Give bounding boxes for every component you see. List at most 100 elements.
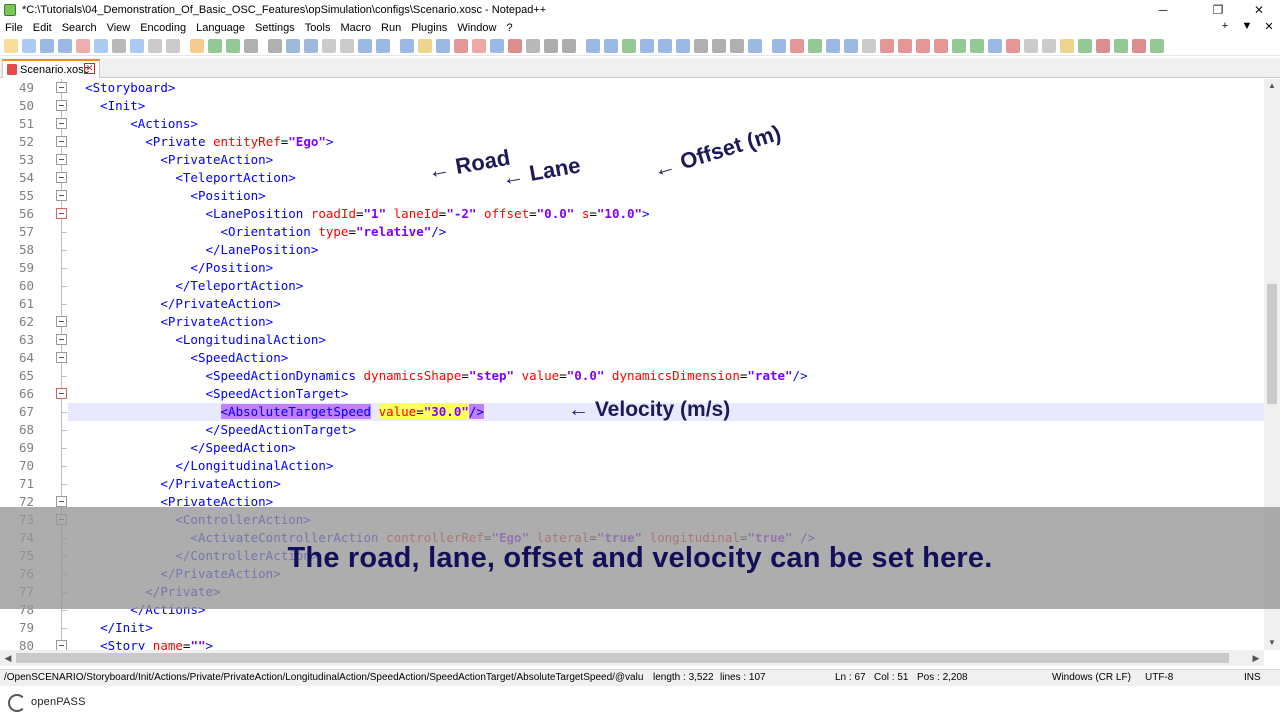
toolbar-button-icon[interactable]	[1096, 38, 1110, 53]
code-line[interactable]: <Storyboard>	[70, 79, 1264, 97]
horizontal-scrollbar[interactable]: ◀ ▶	[0, 650, 1264, 666]
toolbar-button-icon[interactable]	[304, 38, 318, 53]
close-window-button[interactable]: ✕	[1236, 0, 1280, 20]
toolbar-button-icon[interactable]	[190, 38, 204, 53]
code-line[interactable]: <SpeedAction>	[70, 349, 1264, 367]
menu-view[interactable]: View	[102, 22, 136, 34]
toolbar-button-icon[interactable]	[244, 38, 258, 53]
toolbar-button-icon[interactable]	[880, 38, 894, 53]
code-line[interactable]: <Orientation type="relative"/>	[70, 223, 1264, 241]
toolbar-button-icon[interactable]	[748, 38, 762, 53]
toolbar-button-icon[interactable]	[226, 38, 240, 53]
fold-toggle-icon[interactable]	[56, 388, 67, 399]
scroll-left-icon[interactable]: ◀	[0, 650, 16, 666]
toolbar-button-icon[interactable]	[790, 38, 804, 53]
toolbar-button-icon[interactable]	[454, 38, 468, 53]
code-line[interactable]: <SpeedActionDynamics dynamicsShape="step…	[70, 367, 1264, 385]
toolbar-button-icon[interactable]	[472, 38, 486, 53]
toolbar-button-icon[interactable]	[358, 38, 372, 53]
fold-toggle-icon[interactable]	[56, 172, 67, 183]
code-line[interactable]: </Position>	[70, 259, 1264, 277]
code-line[interactable]: </TeleportAction>	[70, 277, 1264, 295]
tab-list-dropdown[interactable]: ▼	[1236, 20, 1258, 33]
toolbar-button-icon[interactable]	[148, 38, 162, 53]
menu-edit[interactable]: Edit	[28, 22, 57, 34]
toolbar-button-icon[interactable]	[934, 38, 948, 53]
toolbar-button-icon[interactable]	[544, 38, 558, 53]
toolbar-button-icon[interactable]	[322, 38, 336, 53]
toolbar-button-icon[interactable]	[1078, 38, 1092, 53]
toolbar-button-icon[interactable]	[988, 38, 1002, 53]
fold-toggle-icon[interactable]	[56, 154, 67, 165]
toolbar-button-icon[interactable]	[712, 38, 726, 53]
code-line[interactable]: </PrivateAction>	[70, 295, 1264, 313]
fold-toggle-icon[interactable]	[56, 640, 67, 650]
toolbar-button-icon[interactable]	[94, 38, 108, 53]
toolbar-button-icon[interactable]	[676, 38, 690, 53]
toolbar-button-icon[interactable]	[400, 38, 414, 53]
menu-macro[interactable]: Macro	[335, 22, 376, 34]
menu-search[interactable]: Search	[57, 22, 102, 34]
toolbar-button-icon[interactable]	[508, 38, 522, 53]
toolbar-button-icon[interactable]	[130, 38, 144, 53]
code-line[interactable]: </SpeedAction>	[70, 439, 1264, 457]
menu-plugins[interactable]: Plugins	[406, 22, 452, 34]
code-line[interactable]: </SpeedActionTarget>	[70, 421, 1264, 439]
toolbar-button-icon[interactable]	[772, 38, 786, 53]
toolbar-button-icon[interactable]	[76, 38, 90, 53]
toolbar-button-icon[interactable]	[586, 38, 600, 53]
code-line[interactable]: </LongitudinalAction>	[70, 457, 1264, 475]
toolbar-button-icon[interactable]	[1132, 38, 1146, 53]
toolbar-button-icon[interactable]	[436, 38, 450, 53]
toolbar-button-icon[interactable]	[1060, 38, 1074, 53]
code-line[interactable]: </PrivateAction>	[70, 475, 1264, 493]
toolbar-button-icon[interactable]	[4, 38, 18, 53]
code-line[interactable]: <Init>	[70, 97, 1264, 115]
code-line[interactable]: <Position>	[70, 187, 1264, 205]
code-line[interactable]: </Init>	[70, 619, 1264, 637]
menu-file[interactable]: File	[0, 22, 28, 34]
horizontal-scroll-thumb[interactable]	[16, 653, 1229, 663]
toolbar-button-icon[interactable]	[808, 38, 822, 53]
scroll-down-icon[interactable]: ▼	[1264, 636, 1280, 650]
vertical-scroll-thumb[interactable]	[1267, 284, 1277, 404]
toolbar-button-icon[interactable]	[40, 38, 54, 53]
fold-toggle-icon[interactable]	[56, 118, 67, 129]
tab-scenario-xosc[interactable]: Scenario.xosc ✕	[2, 59, 100, 78]
fold-toggle-icon[interactable]	[56, 316, 67, 327]
fold-toggle-icon[interactable]	[56, 208, 67, 219]
fold-toggle-icon[interactable]	[56, 496, 67, 507]
toolbar-button-icon[interactable]	[826, 38, 840, 53]
toolbar-button-icon[interactable]	[166, 38, 180, 53]
toolbar-button-icon[interactable]	[952, 38, 966, 53]
toolbar-button-icon[interactable]	[112, 38, 126, 53]
scroll-up-icon[interactable]: ▲	[1264, 79, 1280, 93]
code-line[interactable]: <Actions>	[70, 115, 1264, 133]
code-line[interactable]: <LanePosition roadId="1" laneId="-2" off…	[70, 205, 1264, 223]
fold-toggle-icon[interactable]	[56, 82, 67, 93]
toolbar-button-icon[interactable]	[58, 38, 72, 53]
menu-tools[interactable]: Tools	[300, 22, 336, 34]
menu-run[interactable]: Run	[376, 22, 406, 34]
new-tab-button[interactable]: +	[1214, 20, 1236, 33]
menu-settings[interactable]: Settings	[250, 22, 300, 34]
toolbar-button-icon[interactable]	[694, 38, 708, 53]
code-line[interactable]: </LanePosition>	[70, 241, 1264, 259]
toolbar-button-icon[interactable]	[658, 38, 672, 53]
toolbar-button-icon[interactable]	[604, 38, 618, 53]
toolbar-button-icon[interactable]	[562, 38, 576, 53]
toolbar-button-icon[interactable]	[418, 38, 432, 53]
scroll-right-icon[interactable]: ▶	[1248, 650, 1264, 666]
toolbar-button-icon[interactable]	[622, 38, 636, 53]
toolbar-button-icon[interactable]	[1042, 38, 1056, 53]
toolbar-button-icon[interactable]	[208, 38, 222, 53]
fold-toggle-icon[interactable]	[56, 136, 67, 147]
toolbar-button-icon[interactable]	[1024, 38, 1038, 53]
toolbar-button-icon[interactable]	[340, 38, 354, 53]
toolbar-button-icon[interactable]	[1150, 38, 1164, 53]
toolbar-button-icon[interactable]	[22, 38, 36, 53]
code-line[interactable]: <LongitudinalAction>	[70, 331, 1264, 349]
close-tab-icon[interactable]: ✕	[84, 63, 95, 74]
toolbar-button-icon[interactable]	[1114, 38, 1128, 53]
toolbar-button-icon[interactable]	[1006, 38, 1020, 53]
